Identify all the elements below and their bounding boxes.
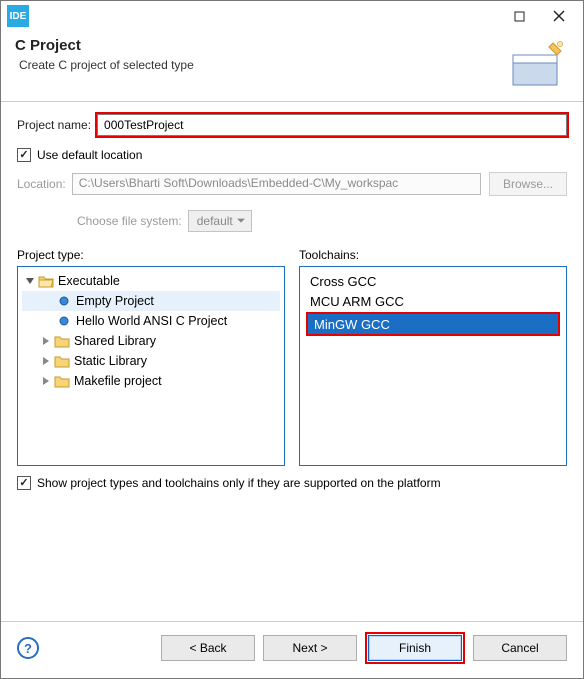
banner-subtitle: Create C project of selected type xyxy=(15,58,507,72)
project-type-column: Project type: Executable xyxy=(17,248,285,466)
form-area: Project name: Use default location Locat… xyxy=(1,102,583,621)
chevron-down-icon[interactable] xyxy=(24,275,36,287)
folder-open-icon xyxy=(38,273,54,289)
cancel-button[interactable]: Cancel xyxy=(473,635,567,661)
tree-node-empty-project[interactable]: Empty Project xyxy=(22,291,280,311)
tree-node-hello-world[interactable]: Hello World ANSI C Project xyxy=(22,311,280,331)
toolchains-column: Toolchains: Cross GCC MCU ARM GCC MinGW … xyxy=(299,248,567,466)
tree-node-label: Executable xyxy=(58,274,120,288)
filesystem-row: Choose file system: default xyxy=(77,210,567,232)
tree-node-shared-library[interactable]: Shared Library xyxy=(22,331,280,351)
toolchains-label: Toolchains: xyxy=(299,248,567,262)
back-button[interactable]: < Back xyxy=(161,635,255,661)
location-row: Location: C:\Users\Bharti Soft\Downloads… xyxy=(17,172,567,196)
help-button[interactable]: ? xyxy=(17,637,39,659)
banner: C Project Create C project of selected t… xyxy=(1,31,583,102)
filesystem-combo: default xyxy=(188,210,252,232)
use-default-location-checkbox[interactable] xyxy=(17,148,31,162)
tree-node-makefile-project[interactable]: Makefile project xyxy=(22,371,280,391)
tree-node-label: Shared Library xyxy=(74,334,156,348)
filter-supported-row[interactable]: Show project types and toolchains only i… xyxy=(17,476,567,490)
use-default-location-row[interactable]: Use default location xyxy=(17,148,567,162)
chevron-right-icon[interactable] xyxy=(40,335,52,347)
folder-icon xyxy=(54,373,70,389)
folder-icon xyxy=(54,353,70,369)
close-button[interactable] xyxy=(539,2,579,30)
folder-icon xyxy=(54,333,70,349)
template-icon xyxy=(56,313,72,329)
filter-supported-label: Show project types and toolchains only i… xyxy=(37,476,441,490)
choose-fs-label: Choose file system: xyxy=(77,214,182,228)
chevron-right-icon[interactable] xyxy=(40,375,52,387)
banner-title: C Project xyxy=(15,37,507,54)
location-label: Location: xyxy=(17,177,66,191)
toolchain-cross-gcc[interactable]: Cross GCC xyxy=(304,271,562,291)
finish-highlight: Finish xyxy=(365,632,465,664)
tree-node-label: Empty Project xyxy=(76,294,154,308)
project-name-row: Project name: xyxy=(17,114,567,136)
toolchain-highlight: MinGW GCC xyxy=(306,312,560,336)
toolchain-mcu-arm-gcc[interactable]: MCU ARM GCC xyxy=(304,291,562,311)
tree-node-static-library[interactable]: Static Library xyxy=(22,351,280,371)
tree-node-label: Makefile project xyxy=(74,374,162,388)
tree-node-label: Hello World ANSI C Project xyxy=(76,314,227,328)
next-button[interactable]: Next > xyxy=(263,635,357,661)
maximize-button[interactable] xyxy=(499,2,539,30)
use-default-location-label: Use default location xyxy=(37,148,142,162)
finish-button[interactable]: Finish xyxy=(368,635,462,661)
tree-node-executable[interactable]: Executable xyxy=(22,271,280,291)
type-toolchain-area: Project type: Executable xyxy=(17,248,567,466)
form-spacer xyxy=(17,500,567,621)
button-bar: ? < Back Next > Finish Cancel xyxy=(1,621,583,678)
browse-button: Browse... xyxy=(489,172,567,196)
filter-supported-checkbox[interactable] xyxy=(17,476,31,490)
titlebar: IDE xyxy=(1,1,583,31)
chevron-right-icon[interactable] xyxy=(40,355,52,367)
toolchain-mingw-gcc[interactable]: MinGW GCC xyxy=(308,314,558,334)
project-name-input[interactable] xyxy=(97,114,567,136)
tree-node-label: Static Library xyxy=(74,354,147,368)
template-icon xyxy=(56,293,72,309)
wizard-icon xyxy=(507,37,567,91)
location-input: C:\Users\Bharti Soft\Downloads\Embedded-… xyxy=(72,173,481,195)
cproject-wizard-dialog: IDE C Project Create C project of select… xyxy=(0,0,584,679)
project-type-label: Project type: xyxy=(17,248,285,262)
project-name-label: Project name: xyxy=(17,118,91,132)
app-badge: IDE xyxy=(7,5,29,27)
project-type-tree[interactable]: Executable Empty Project Hello World ANS… xyxy=(17,266,285,466)
toolchains-list[interactable]: Cross GCC MCU ARM GCC MinGW GCC xyxy=(299,266,567,466)
